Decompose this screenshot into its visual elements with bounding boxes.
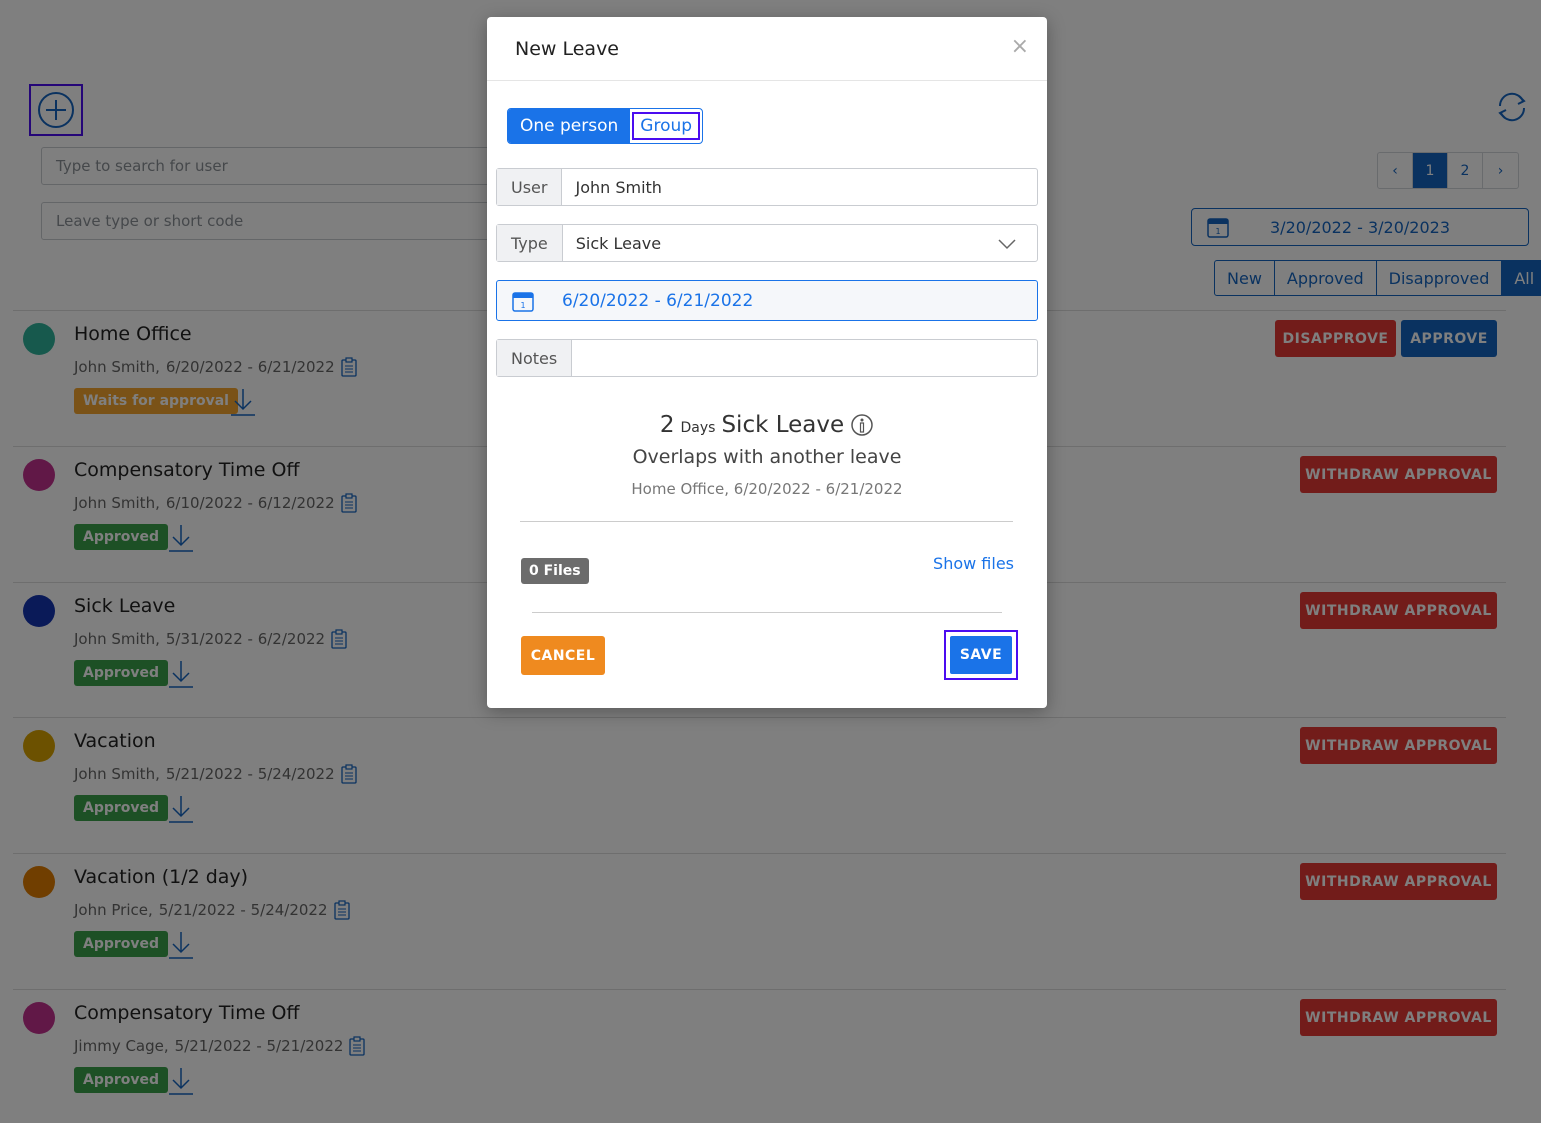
notes-input[interactable] bbox=[572, 340, 1037, 376]
save-button-highlight: SAVE bbox=[944, 630, 1018, 680]
summary-unit: Days bbox=[680, 420, 716, 436]
divider bbox=[532, 612, 1002, 613]
cancel-button[interactable]: CANCEL bbox=[521, 636, 605, 675]
close-icon[interactable]: × bbox=[1011, 34, 1029, 59]
type-select[interactable]: Type Sick Leave bbox=[496, 224, 1038, 262]
info-icon[interactable] bbox=[850, 413, 874, 437]
leave-summary: 2 Days Sick Leave bbox=[487, 412, 1047, 438]
chevron-down-icon bbox=[998, 239, 1016, 250]
leave-date-range-field[interactable]: 1 6/20/2022 - 6/21/2022 bbox=[496, 280, 1038, 321]
type-label: Type bbox=[497, 225, 563, 261]
notes-label: Notes bbox=[497, 340, 573, 376]
new-leave-modal: New Leave × One person Group User John S… bbox=[487, 17, 1047, 708]
type-value[interactable]: Sick Leave bbox=[563, 225, 1037, 261]
modal-title: New Leave bbox=[515, 38, 619, 60]
leave-list-page: Type to search for user Leave type or sh… bbox=[0, 0, 1541, 1123]
user-value[interactable]: John Smith bbox=[562, 169, 1037, 205]
show-files-link[interactable]: Show files bbox=[933, 554, 1014, 573]
one-person-button[interactable]: One person bbox=[508, 109, 631, 143]
divider bbox=[520, 521, 1013, 522]
type-selected-text: Sick Leave bbox=[575, 233, 662, 253]
modal-header: New Leave × bbox=[487, 17, 1047, 81]
group-button[interactable]: Group bbox=[630, 109, 702, 143]
save-button[interactable]: SAVE bbox=[950, 636, 1012, 674]
files-count-badge: 0 Files bbox=[521, 558, 589, 584]
mode-toggle: One person Group bbox=[507, 108, 704, 144]
overlap-detail: Home Office, 6/20/2022 - 6/21/2022 bbox=[631, 480, 903, 498]
notes-field[interactable]: Notes bbox=[496, 339, 1038, 377]
svg-text:1: 1 bbox=[520, 301, 525, 310]
user-field[interactable]: User John Smith bbox=[496, 168, 1038, 206]
summary-type: Sick Leave bbox=[721, 412, 845, 438]
calendar-icon: 1 bbox=[497, 281, 549, 320]
group-button-label: Group bbox=[632, 112, 701, 140]
leave-date-range-value[interactable]: 6/20/2022 - 6/21/2022 bbox=[549, 281, 1037, 320]
overlap-warning: Overlaps with another leave bbox=[632, 446, 902, 468]
summary-count: 2 bbox=[659, 412, 675, 438]
user-label: User bbox=[497, 169, 563, 205]
